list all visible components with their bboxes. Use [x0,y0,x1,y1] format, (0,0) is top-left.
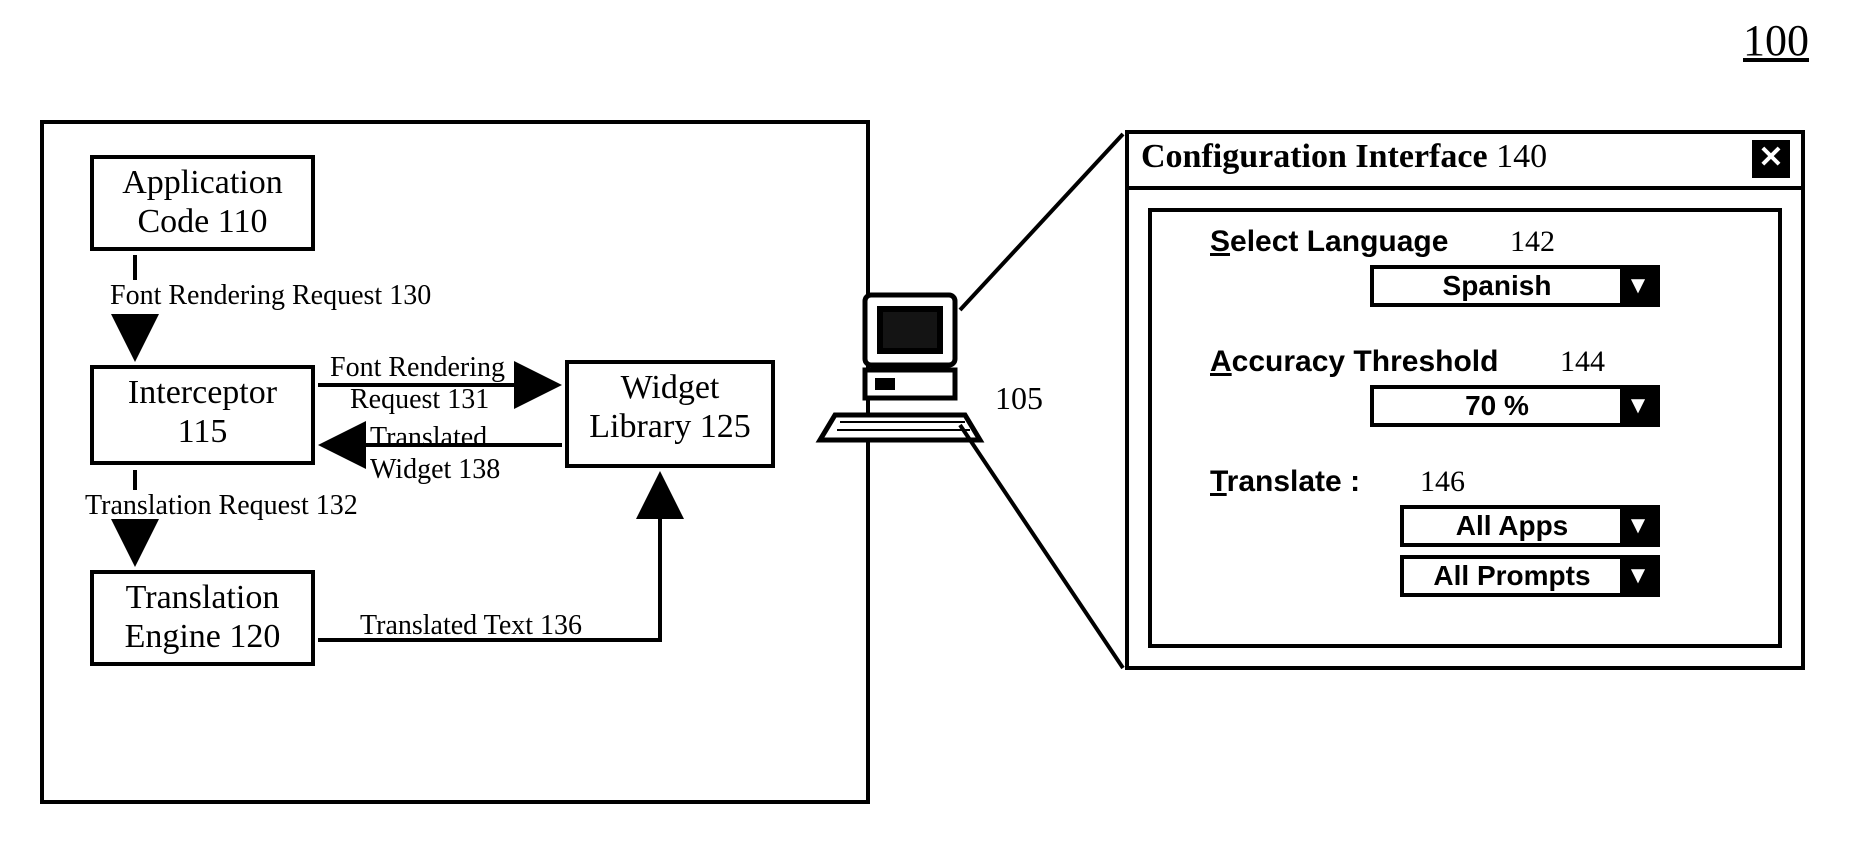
computer-ref-105: 105 [995,380,1043,417]
block-interceptor-text: Interceptor 115 [94,369,311,451]
label-font-rendering-request-130: Font Rendering Request 130 [110,280,431,312]
label-translated-text-136: Translated Text 136 [360,610,582,642]
ref-select-language-142: 142 [1510,225,1555,259]
figure-ref-100: 100 [1743,15,1809,66]
chevron-down-icon[interactable]: ▼ [1620,269,1656,303]
ref-accuracy-threshold-144: 144 [1560,345,1605,379]
ref-translate-146: 146 [1420,465,1465,499]
chevron-down-icon[interactable]: ▼ [1620,509,1656,543]
dropdown-translate-prompts[interactable]: All Prompts ▼ [1400,555,1660,597]
dropdown-translate-apps[interactable]: All Apps ▼ [1400,505,1660,547]
label-translated-widget-138-line1: Translated [370,422,487,454]
dropdown-language[interactable]: Spanish ▼ [1370,265,1660,307]
computer-icon [815,290,985,450]
block-application-code: Application Code 110 [90,155,315,251]
dropdown-accuracy-value: 70 % [1374,389,1620,423]
close-icon[interactable]: ✕ [1752,140,1790,178]
block-widget-library: Widget Library 125 [565,360,775,468]
config-title-bar: Configuration Interface 140 [1125,130,1805,190]
chevron-down-icon[interactable]: ▼ [1620,389,1656,423]
block-translation-engine: Translation Engine 120 [90,570,315,666]
diagram-canvas: 100 Application Code 110 Interceptor 115… [0,0,1849,841]
chevron-down-icon[interactable]: ▼ [1620,559,1656,593]
config-title-text: Configuration Interface 140 [1141,138,1547,175]
block-application-code-text: Application Code 110 [94,159,311,241]
label-translate: Translate : [1210,465,1360,499]
label-font-rendering-request-131-line2: Request 131 [350,384,489,416]
dropdown-accuracy[interactable]: 70 % ▼ [1370,385,1660,427]
dropdown-translate-apps-value: All Apps [1404,509,1620,543]
label-translation-request-132: Translation Request 132 [85,490,358,522]
dropdown-translate-prompts-value: All Prompts [1404,559,1620,593]
block-interceptor: Interceptor 115 [90,365,315,465]
label-translated-widget-138-line2: Widget 138 [370,454,500,486]
label-select-language: Select Language [1210,225,1448,259]
dropdown-language-value: Spanish [1374,269,1620,303]
label-font-rendering-request-131-line1: Font Rendering [330,352,505,384]
block-translation-engine-text: Translation Engine 120 [94,574,311,656]
block-widget-library-text: Widget Library 125 [569,364,771,446]
label-accuracy-threshold: Accuracy Threshold [1210,345,1498,379]
